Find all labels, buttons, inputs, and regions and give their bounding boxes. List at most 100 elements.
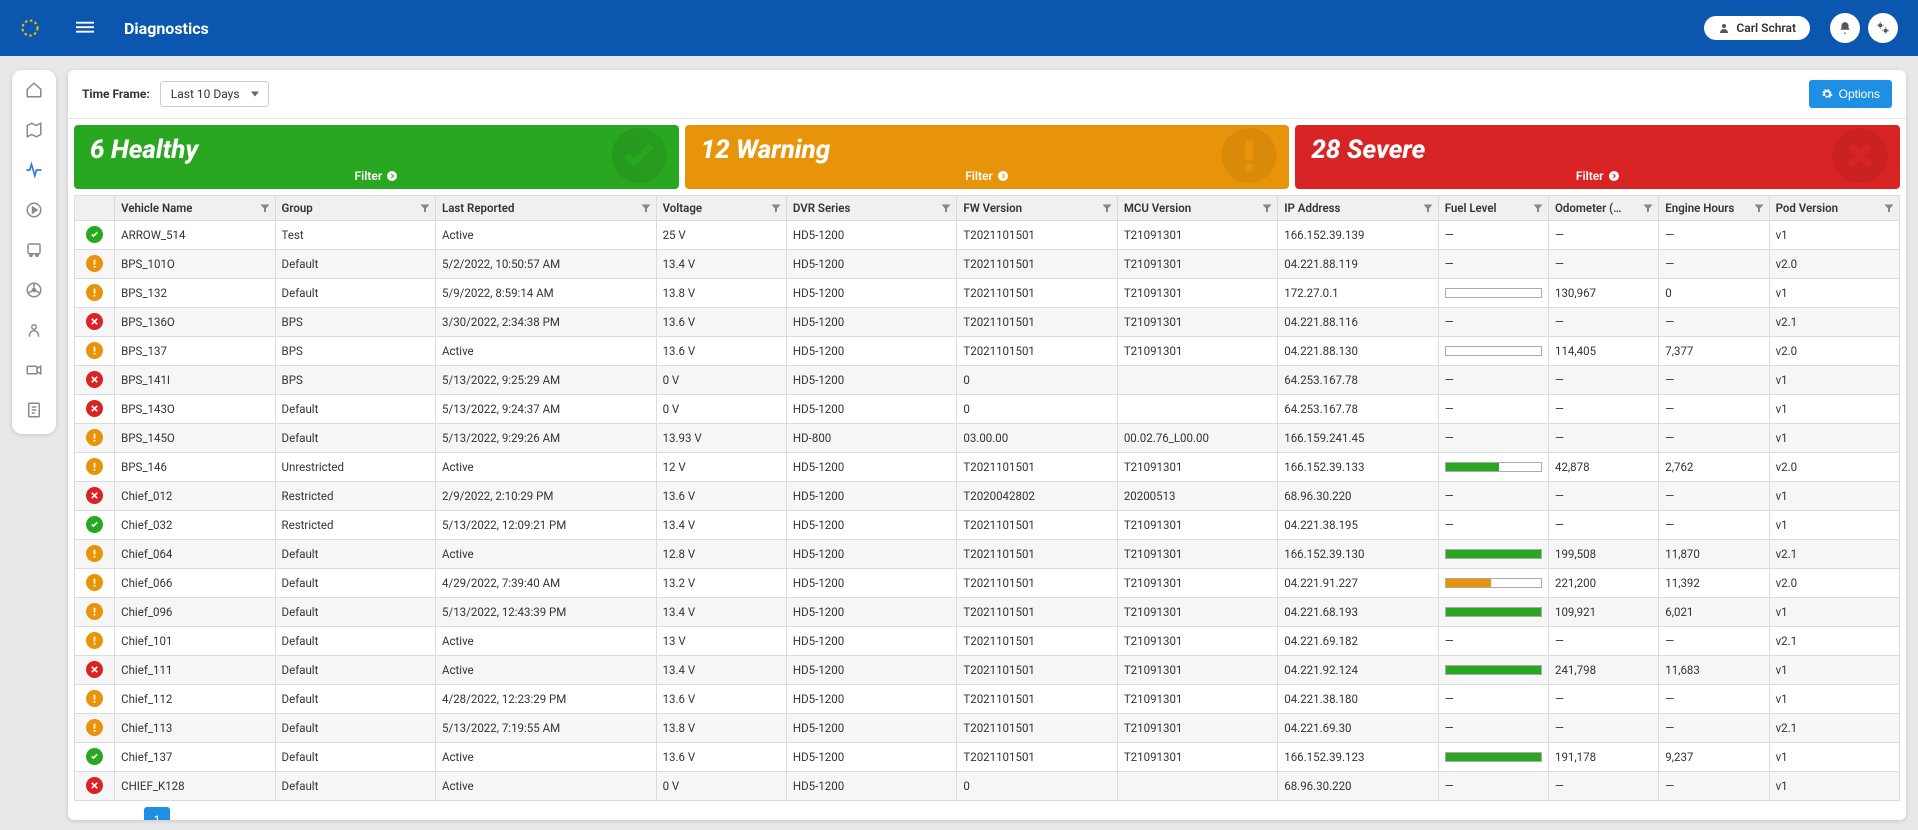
tile-severe-filter[interactable]: Filter xyxy=(1311,169,1884,183)
options-label: Options xyxy=(1839,87,1880,101)
table-row[interactable]: Chief_012Restricted2/9/2022, 2:10:29 PM1… xyxy=(75,482,1900,511)
col-header[interactable]: Engine Hours xyxy=(1659,196,1769,221)
status-warning-icon xyxy=(86,719,103,736)
nav-home-icon[interactable] xyxy=(24,80,44,100)
status-severe-icon xyxy=(86,400,103,417)
table-row[interactable]: BPS_146UnrestrictedActive12 VHD5-1200T20… xyxy=(75,453,1900,482)
col-header[interactable]: IP Address xyxy=(1278,196,1438,221)
fuel-bar xyxy=(1445,578,1542,588)
table-row[interactable]: Chief_101DefaultActive13 VHD5-1200T20211… xyxy=(75,627,1900,656)
table-row[interactable]: BPS_132Default5/9/2022, 8:59:14 AM13.8 V… xyxy=(75,279,1900,308)
col-header[interactable]: Group xyxy=(275,196,435,221)
col-header[interactable]: Voltage xyxy=(656,196,786,221)
tile-warning-filter[interactable]: Filter xyxy=(701,169,1274,183)
nav-map-icon[interactable] xyxy=(24,120,44,140)
time-frame-value: Last 10 Days xyxy=(171,87,240,101)
col-header[interactable]: Vehicle Name xyxy=(115,196,275,221)
col-header[interactable]: MCU Version xyxy=(1117,196,1277,221)
page-title: Diagnostics xyxy=(124,19,209,38)
nav-bus-icon[interactable] xyxy=(24,240,44,260)
tile-healthy[interactable]: 6 Healthy Filter xyxy=(74,125,679,189)
left-nav xyxy=(12,70,56,434)
notifications-button[interactable] xyxy=(1830,13,1860,43)
nav-play-icon[interactable] xyxy=(24,200,44,220)
fuel-bar xyxy=(1445,607,1542,617)
status-warning-icon xyxy=(86,342,103,359)
status-severe-icon xyxy=(86,371,103,388)
status-healthy-icon xyxy=(86,748,103,765)
table-row[interactable]: BPS_141IBPS5/13/2022, 9:25:29 AM0 VHD5-1… xyxy=(75,366,1900,395)
arrow-right-circle-icon xyxy=(997,170,1009,182)
time-frame-label: Time Frame: xyxy=(82,87,150,101)
user-menu[interactable]: Carl Schrat xyxy=(1704,16,1810,40)
tile-warning[interactable]: 12 Warning Filter xyxy=(685,125,1290,189)
col-header[interactable]: DVR Series xyxy=(786,196,956,221)
status-warning-icon xyxy=(86,429,103,446)
tile-healthy-title: 6 Healthy xyxy=(90,135,663,165)
status-warning-icon xyxy=(86,690,103,707)
table-row[interactable]: Chief_113Default5/13/2022, 7:19:55 AM13.… xyxy=(75,714,1900,743)
top-bar: Diagnostics Carl Schrat xyxy=(0,0,1918,56)
status-tiles: 6 Healthy Filter 12 Warning Filter 28 Se… xyxy=(68,119,1906,195)
user-icon xyxy=(1718,22,1730,34)
table-row[interactable]: Chief_112Default4/28/2022, 12:23:29 PM13… xyxy=(75,685,1900,714)
user-name: Carl Schrat xyxy=(1736,21,1796,35)
table-row[interactable]: Chief_137DefaultActive13.6 VHD5-1200T202… xyxy=(75,743,1900,772)
table-row[interactable]: Chief_066Default4/29/2022, 7:39:40 AM13.… xyxy=(75,569,1900,598)
table-row[interactable]: CHIEF_K128DefaultActive0 VHD5-1200068.96… xyxy=(75,772,1900,801)
status-healthy-icon xyxy=(86,516,103,533)
col-header[interactable]: Odometer (… xyxy=(1548,196,1658,221)
nav-steering-icon[interactable] xyxy=(24,280,44,300)
grid-wrap: Vehicle NameGroupLast ReportedVoltageDVR… xyxy=(68,195,1906,820)
check-circle-icon xyxy=(609,126,669,189)
status-warning-icon xyxy=(86,255,103,272)
table-row[interactable]: BPS_145ODefault5/13/2022, 9:29:26 AM13.9… xyxy=(75,424,1900,453)
table-row[interactable]: Chief_096Default5/13/2022, 12:43:39 PM13… xyxy=(75,598,1900,627)
fuel-bar xyxy=(1445,549,1542,559)
table-row[interactable]: BPS_143ODefault5/13/2022, 9:24:37 AM0 VH… xyxy=(75,395,1900,424)
pager-page-1[interactable]: 1 xyxy=(144,807,170,820)
col-header[interactable]: FW Version xyxy=(957,196,1117,221)
table-row[interactable]: BPS_137BPSActive13.6 VHD5-1200T202110150… xyxy=(75,337,1900,366)
table-row[interactable]: Chief_111DefaultActive13.4 VHD5-1200T202… xyxy=(75,656,1900,685)
bell-icon xyxy=(1838,21,1852,35)
nav-person-icon[interactable] xyxy=(24,320,44,340)
status-warning-icon xyxy=(86,574,103,591)
menu-toggle-icon[interactable] xyxy=(76,18,94,39)
status-warning-icon xyxy=(86,603,103,620)
col-status[interactable] xyxy=(75,196,115,221)
main-panel: Time Frame: Last 10 Days Options 6 Healt… xyxy=(68,70,1906,820)
fuel-bar xyxy=(1445,462,1542,472)
pager: ⏮ ◀ 123 ▶ ⏭ 20 items per page All times … xyxy=(74,801,1900,820)
time-frame-select[interactable]: Last 10 Days xyxy=(160,81,269,107)
status-warning-icon xyxy=(86,458,103,475)
col-header[interactable]: Pod Version xyxy=(1769,196,1899,221)
table-row[interactable]: BPS_136OBPS3/30/2022, 2:34:38 PM13.6 VHD… xyxy=(75,308,1900,337)
table-row[interactable]: BPS_101ODefault5/2/2022, 10:50:57 AM13.4… xyxy=(75,250,1900,279)
nav-document-icon[interactable] xyxy=(24,400,44,420)
status-severe-icon xyxy=(86,777,103,794)
filter-bar: Time Frame: Last 10 Days Options xyxy=(68,70,1906,119)
status-warning-icon xyxy=(86,632,103,649)
gear-icon xyxy=(1821,88,1833,100)
fuel-bar xyxy=(1445,288,1542,298)
tile-severe[interactable]: 28 Severe Filter xyxy=(1295,125,1900,189)
status-healthy-icon xyxy=(86,226,103,243)
table-row[interactable]: Chief_032Restricted5/13/2022, 12:09:21 P… xyxy=(75,511,1900,540)
table-row[interactable]: ARROW_514TestActive25 VHD5-1200T20211015… xyxy=(75,221,1900,250)
fuel-bar xyxy=(1445,665,1542,675)
app-logo-icon xyxy=(20,18,40,38)
arrow-right-circle-icon xyxy=(1608,170,1620,182)
nav-diagnostics-icon[interactable] xyxy=(24,160,44,180)
nav-camera-icon[interactable] xyxy=(24,360,44,380)
options-button[interactable]: Options xyxy=(1809,80,1892,108)
status-severe-icon xyxy=(86,487,103,504)
settings-button[interactable] xyxy=(1868,13,1898,43)
status-severe-icon xyxy=(86,661,103,678)
x-circle-icon xyxy=(1830,126,1890,189)
col-header[interactable]: Last Reported xyxy=(435,196,656,221)
exclamation-circle-icon xyxy=(1219,126,1279,189)
table-row[interactable]: Chief_064DefaultActive12.8 VHD5-1200T202… xyxy=(75,540,1900,569)
tile-healthy-filter[interactable]: Filter xyxy=(90,169,663,183)
col-header[interactable]: Fuel Level xyxy=(1438,196,1548,221)
